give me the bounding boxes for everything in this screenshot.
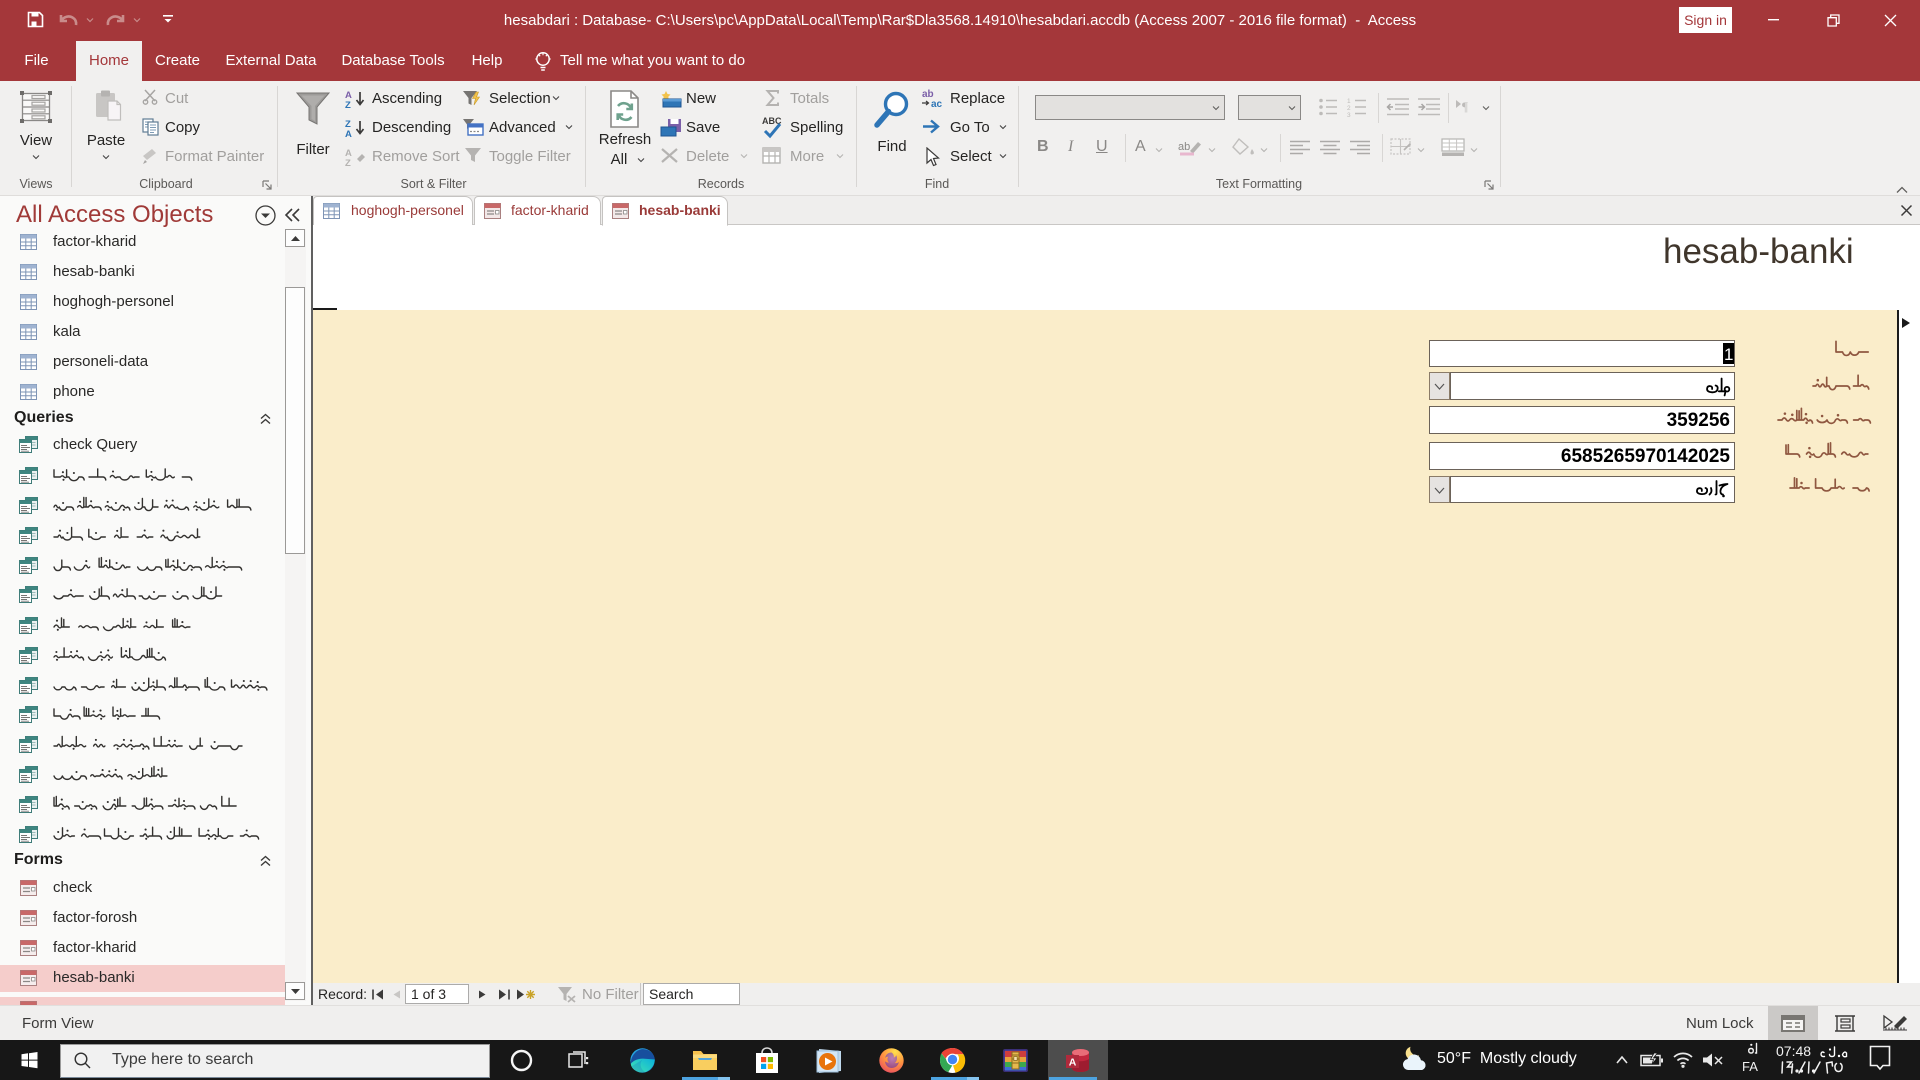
- svg-text:ab: ab: [1178, 141, 1190, 153]
- svg-text:3: 3: [1347, 112, 1351, 117]
- svg-text:A: A: [345, 129, 352, 137]
- svg-text:A: A: [1069, 1056, 1077, 1068]
- svg-text:Z: Z: [345, 158, 351, 166]
- svg-text:2: 2: [1347, 105, 1351, 112]
- svg-text:ac: ac: [931, 99, 943, 108]
- svg-text:¶: ¶: [1462, 99, 1468, 114]
- svg-text:Z: Z: [345, 100, 351, 108]
- svg-text:1: 1: [1347, 98, 1351, 105]
